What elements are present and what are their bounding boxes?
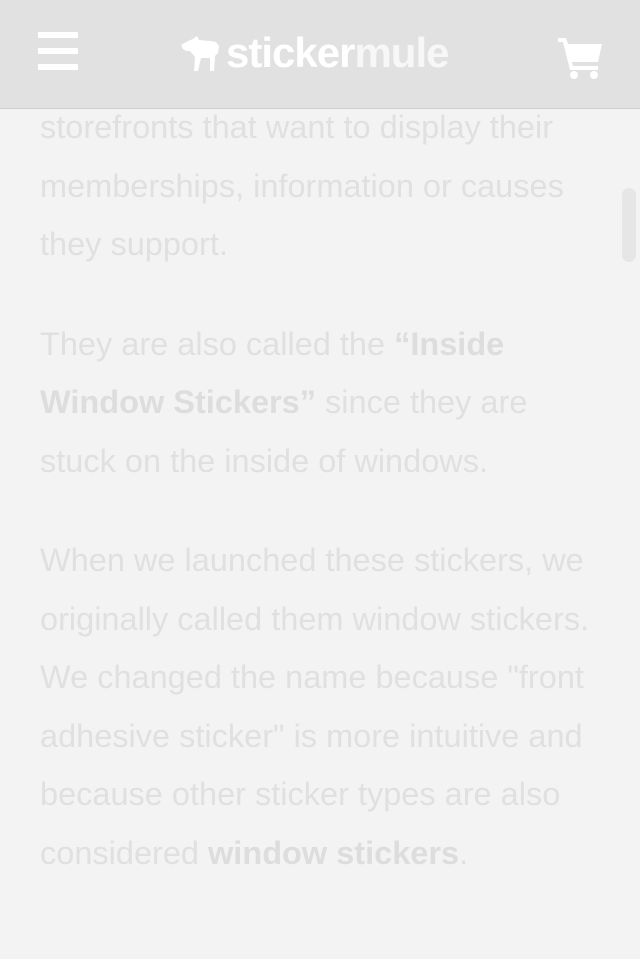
paragraph-text: storefronts that want to display their m… (40, 109, 564, 262)
logo-text-mule: mule (354, 29, 449, 76)
paragraph-text: When we launched these stickers, we orig… (40, 542, 590, 871)
paragraph-storefronts: storefronts that want to display their m… (40, 98, 610, 274)
article-content: storefronts that want to display their m… (40, 98, 610, 923)
shopping-cart-icon[interactable] (556, 34, 606, 80)
mule-icon (181, 36, 219, 71)
paragraph-text: . (459, 834, 469, 871)
sticker-mule-logo[interactable]: sticker mule (178, 28, 449, 78)
bold-term-window-stickers: window stickers (208, 834, 460, 871)
hamburger-menu-icon[interactable] (34, 28, 82, 76)
scrollbar-thumb[interactable] (622, 188, 636, 262)
paragraph-inside-window: They are also called the “Inside Window … (40, 315, 610, 491)
paragraph-launch-history: When we launched these stickers, we orig… (40, 531, 610, 882)
logo-text-sticker: sticker (226, 29, 355, 76)
page: sticker mule storefronts that want to dis… (0, 0, 640, 959)
paragraph-text: They are also called the (40, 325, 395, 362)
top-navigation-bar: sticker mule (0, 0, 640, 109)
